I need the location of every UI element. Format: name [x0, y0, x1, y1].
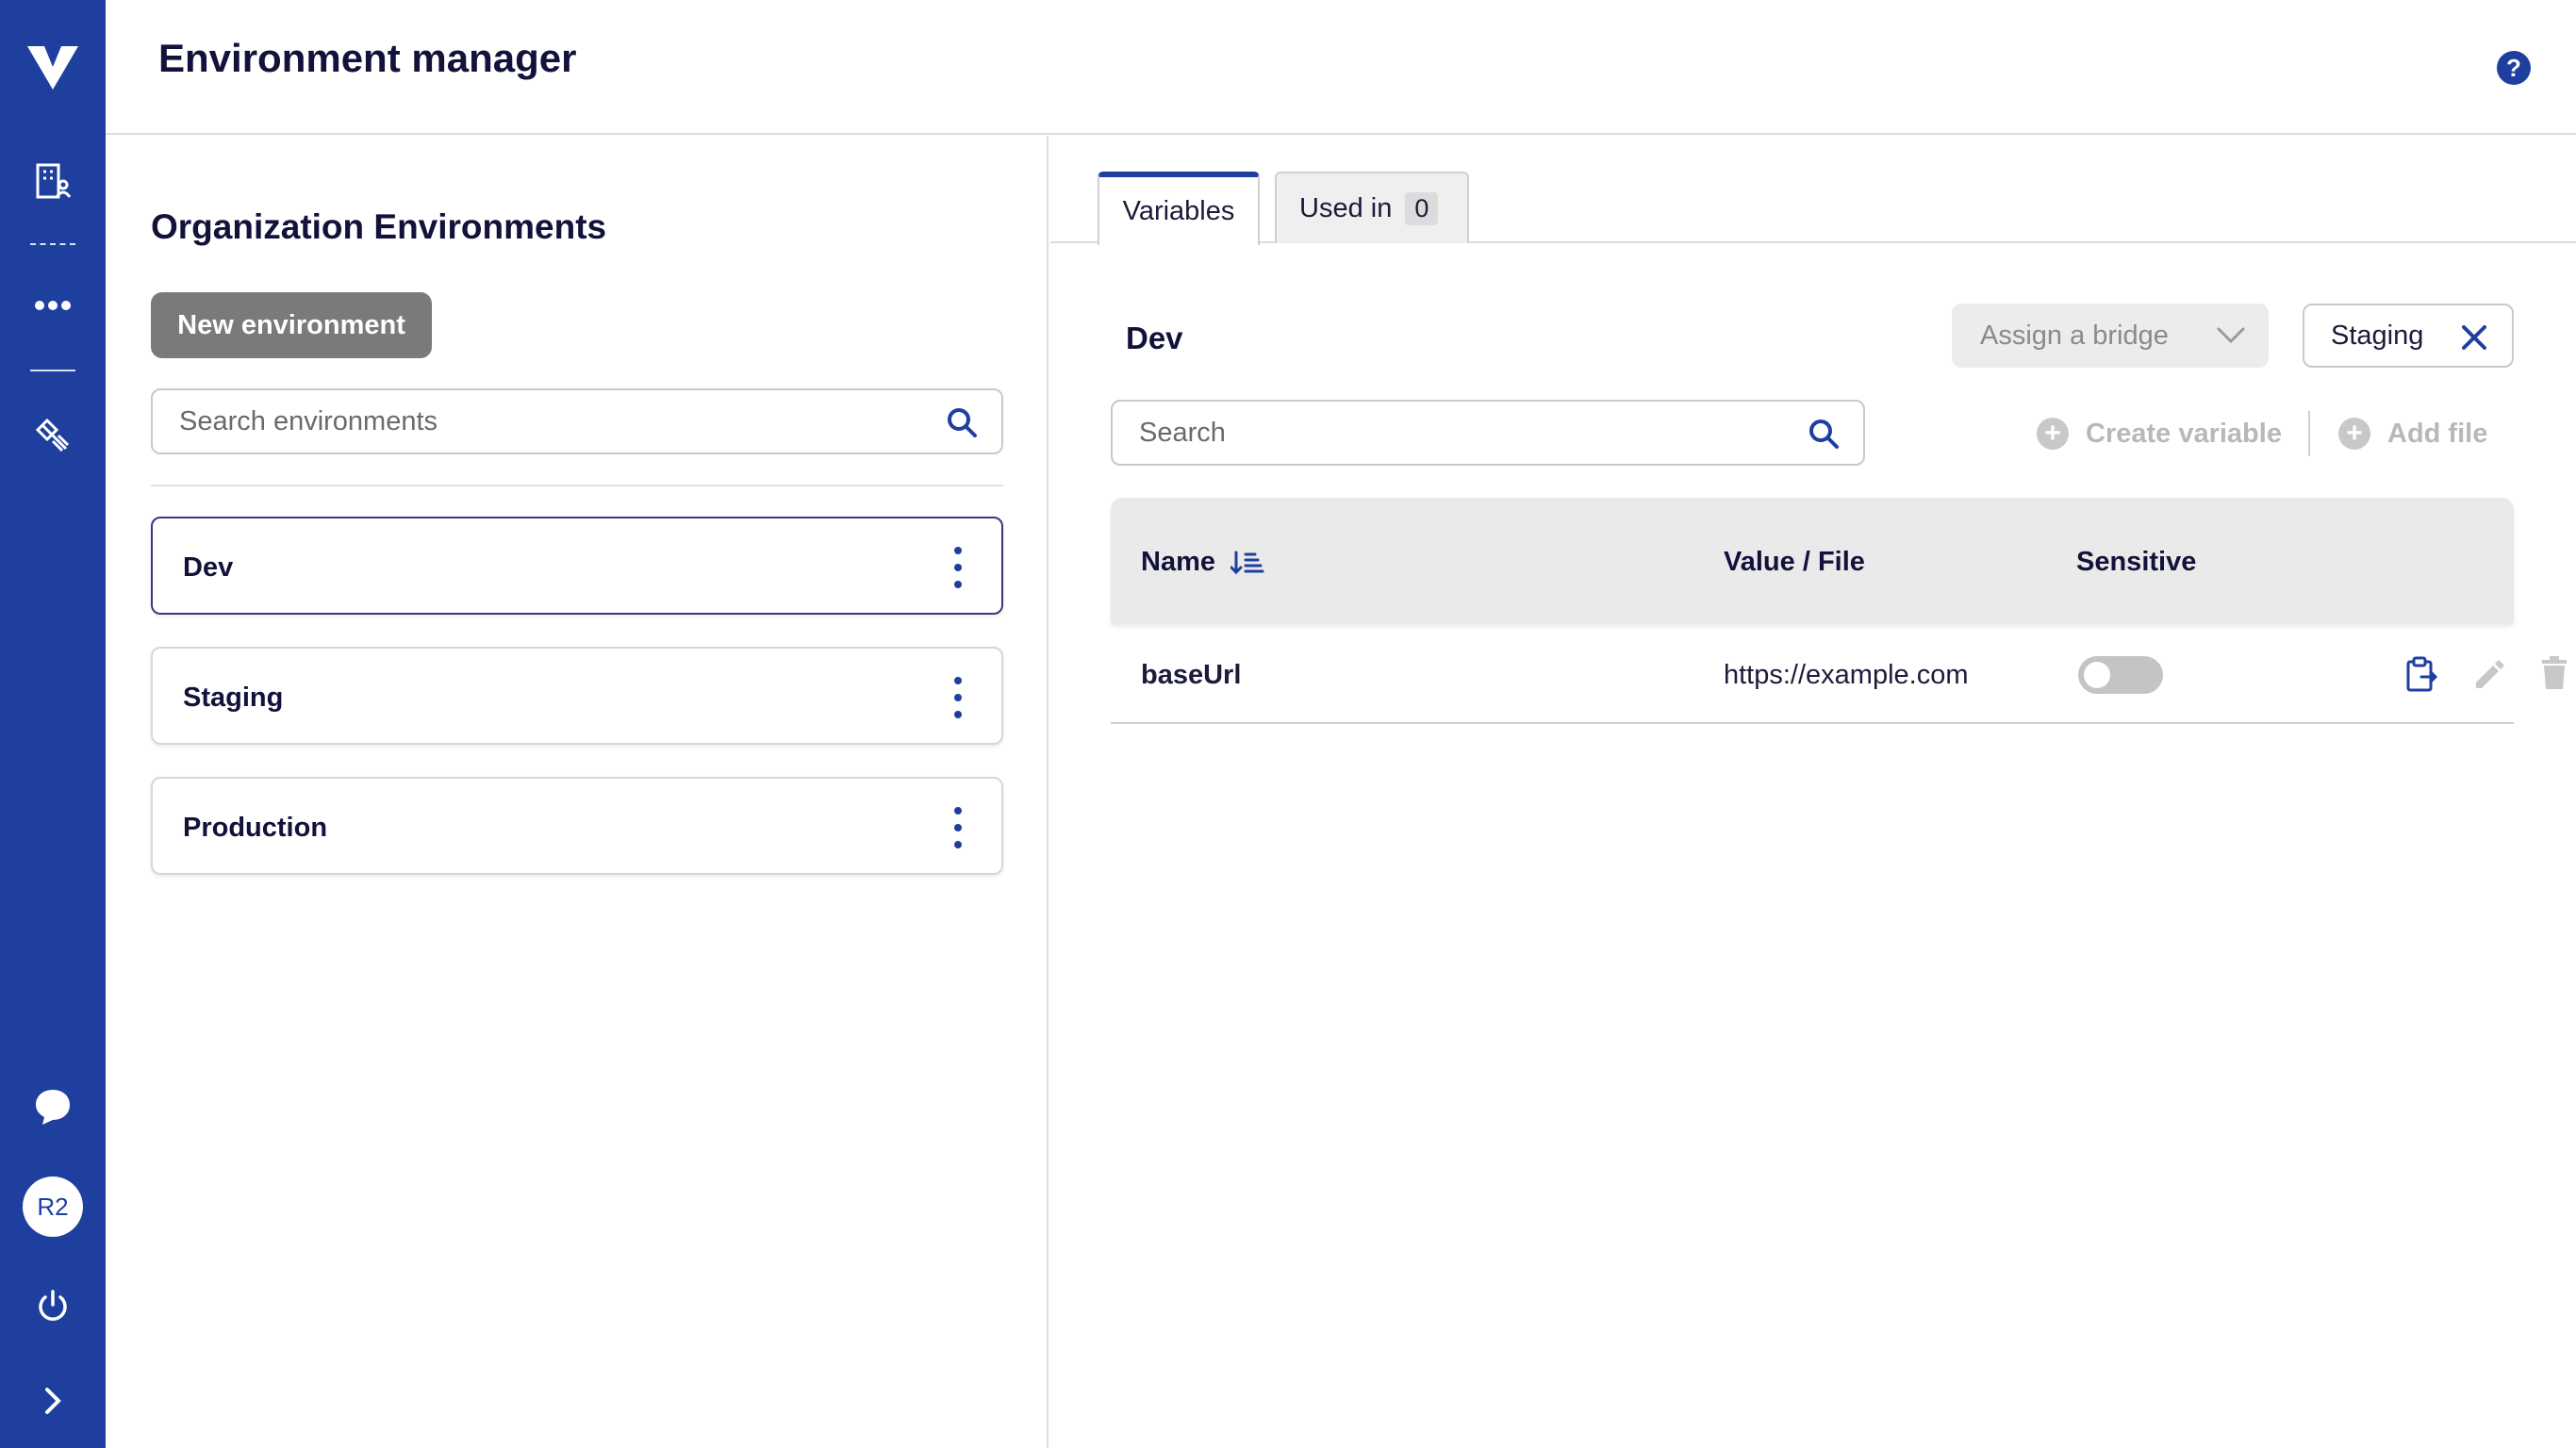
search-environments-input[interactable]: [153, 390, 926, 452]
kebab-menu-icon[interactable]: [949, 807, 967, 848]
environment-card-dev[interactable]: Dev: [151, 517, 1003, 615]
avatar-initials: R2: [23, 1176, 83, 1237]
kebab-menu-icon[interactable]: [949, 547, 967, 588]
create-variable-label: Create variable: [2086, 418, 2282, 449]
satellite-icon[interactable]: [0, 413, 106, 458]
add-file-label: Add file: [2387, 418, 2488, 449]
environment-name: Production: [183, 813, 328, 843]
sidebar: R2: [0, 0, 106, 1448]
search-environments: [151, 388, 1003, 454]
power-icon[interactable]: [0, 1286, 106, 1327]
divider: [151, 485, 1003, 486]
sidebar-divider: [30, 243, 75, 245]
environment-name: Staging: [183, 683, 284, 713]
search-variables: [1111, 400, 1865, 466]
sidebar-divider: [30, 370, 75, 371]
action-divider: [2308, 411, 2310, 456]
environment-card-production[interactable]: Production: [151, 777, 1003, 875]
sort-icon[interactable]: [1230, 550, 1264, 576]
buildings-icon[interactable]: [0, 158, 106, 204]
page-header: Environment manager ?: [106, 0, 2576, 135]
tab-used-in[interactable]: Used in 0: [1275, 172, 1469, 243]
close-icon[interactable]: [2461, 324, 2487, 358]
chevron-down-icon: [2216, 322, 2246, 354]
table-row: baseUrl https://example.com: [1111, 624, 2567, 724]
environment-name: Dev: [183, 552, 234, 583]
tab-label: Variables: [1122, 195, 1235, 226]
environment-heading: Dev: [1126, 321, 1183, 355]
chat-icon[interactable]: [0, 1084, 106, 1129]
edit-icon[interactable]: [2472, 656, 2506, 695]
environment-card-staging[interactable]: Staging: [151, 647, 1003, 745]
variables-panel: Variables Used in 0 Dev Assign a bridge …: [1050, 136, 2576, 1448]
compare-environment-chip[interactable]: Staging: [2303, 304, 2514, 368]
tab-label: Used in: [1299, 192, 1393, 223]
logo-icon[interactable]: [0, 38, 106, 98]
column-header-value: Value / File: [1724, 547, 1865, 577]
plus-circle-icon: +: [2338, 418, 2370, 450]
tabs-bar: Variables Used in 0: [1050, 136, 2576, 245]
search-icon[interactable]: [945, 405, 979, 444]
column-header-name[interactable]: Name: [1141, 547, 1264, 578]
column-name-label: Name: [1141, 547, 1215, 577]
assign-bridge-select[interactable]: Assign a bridge: [1952, 304, 2269, 368]
variable-value: https://example.com: [1724, 660, 1969, 690]
page-title: Environment manager: [158, 36, 577, 80]
clipboard-icon[interactable]: [2404, 656, 2438, 699]
variable-name: baseUrl: [1141, 660, 1242, 690]
table-header: Name Value / File Sensitive: [1111, 498, 2514, 624]
chevron-right-icon[interactable]: [0, 1382, 106, 1420]
add-file-button[interactable]: + Add file: [2338, 415, 2487, 452]
count-badge: 0: [1405, 191, 1439, 225]
compare-environment-label: Staging: [2331, 320, 2424, 351]
plus-circle-icon: +: [2037, 418, 2069, 450]
search-icon[interactable]: [1807, 417, 1841, 455]
help-icon[interactable]: ?: [2497, 51, 2531, 85]
avatar[interactable]: R2: [0, 1176, 106, 1237]
environments-panel: Organization Environments New environmen…: [106, 136, 1049, 1448]
kebab-menu-icon[interactable]: [949, 677, 967, 718]
create-variable-button[interactable]: + Create variable: [2037, 415, 2282, 452]
trash-icon[interactable]: [2540, 656, 2568, 695]
more-icon[interactable]: [0, 290, 106, 321]
column-header-sensitive: Sensitive: [2076, 547, 2197, 577]
assign-bridge-placeholder: Assign a bridge: [1980, 320, 2169, 351]
section-title: Organization Environments: [151, 207, 607, 246]
search-variables-input[interactable]: [1113, 402, 1792, 464]
new-environment-button[interactable]: New environment: [151, 292, 432, 358]
sensitive-toggle[interactable]: [2078, 656, 2163, 694]
tab-variables[interactable]: Variables: [1098, 172, 1260, 245]
